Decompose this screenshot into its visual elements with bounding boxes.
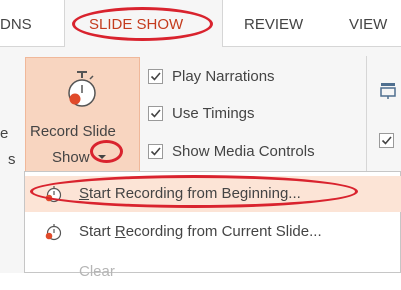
ribbon-tab-bar: DNS SLIDE SHOW REVIEW VIEW bbox=[0, 0, 401, 47]
annotation-ellipse-tab bbox=[72, 7, 213, 41]
group-separator bbox=[366, 56, 367, 171]
record-button-label-line2: Show bbox=[52, 149, 90, 166]
show-media-controls-label: Show Media Controls bbox=[172, 143, 315, 160]
tab-animations[interactable]: DNS bbox=[0, 16, 32, 33]
tab-review[interactable]: REVIEW bbox=[244, 16, 303, 33]
play-narrations-checkbox[interactable] bbox=[148, 69, 163, 84]
annotation-ellipse-dropdown bbox=[90, 140, 123, 163]
partial-checkbox[interactable] bbox=[379, 133, 394, 148]
menu-item-label: Clear bbox=[79, 263, 115, 280]
partial-label-bottom: s bbox=[8, 151, 16, 168]
checkmark-icon bbox=[381, 136, 392, 145]
use-timings-checkbox[interactable] bbox=[148, 106, 163, 121]
stopwatch-icon bbox=[68, 71, 96, 107]
tab-view[interactable]: VIEW bbox=[349, 16, 387, 33]
checkmark-icon bbox=[150, 72, 161, 81]
partial-label-top: e bbox=[0, 125, 9, 142]
menu-item-start-recording-current[interactable]: Start Recording from Current Slide... bbox=[25, 214, 401, 250]
record-slide-show-button[interactable]: Record Slide Show bbox=[25, 57, 140, 175]
annotation-ellipse-menu-item bbox=[30, 175, 358, 208]
record-from-current-icon bbox=[45, 224, 62, 241]
menu-item-clear[interactable]: Clear bbox=[25, 254, 401, 290]
show-media-controls-checkbox[interactable] bbox=[148, 144, 163, 159]
checkmark-icon bbox=[150, 109, 161, 118]
monitors-icon[interactable] bbox=[378, 81, 398, 101]
play-narrations-label: Play Narrations bbox=[172, 68, 275, 85]
menu-item-label: Start Recording from Current Slide... bbox=[79, 223, 322, 240]
checkmark-icon bbox=[150, 147, 161, 156]
record-button-label-line1: Record Slide bbox=[30, 123, 116, 140]
use-timings-label: Use Timings bbox=[172, 105, 255, 122]
